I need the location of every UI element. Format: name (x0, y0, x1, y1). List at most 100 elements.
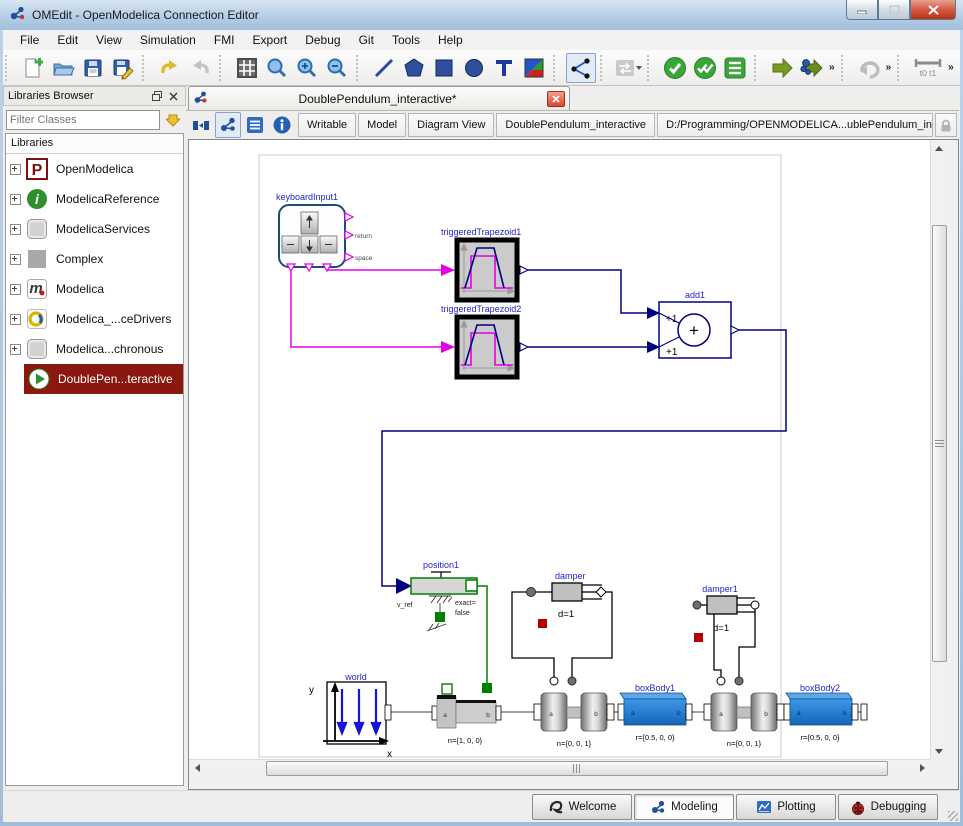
new-modelica-class-button[interactable] (18, 53, 48, 83)
expand-icon[interactable] (10, 344, 21, 355)
toolbar-handle[interactable] (356, 55, 363, 81)
toolbar-handle[interactable] (553, 55, 560, 81)
icon-view-button[interactable] (188, 112, 214, 138)
save-button[interactable] (78, 53, 108, 83)
component-boxbody2[interactable]: boxBody2 a b r={0.5, 0, 0} (784, 683, 867, 742)
vertical-scrollbar[interactable] (930, 140, 946, 759)
rectangle-shape-button[interactable] (429, 53, 459, 83)
component-boxbody1[interactable]: boxBody1 a b r={0.5, 0, 0} (618, 683, 692, 742)
connection-position-prismatic[interactable] (477, 586, 487, 686)
documentation-view-button[interactable] (269, 112, 295, 138)
connect-mode-button[interactable] (566, 53, 596, 83)
menu-debug[interactable]: Debug (296, 31, 349, 49)
libraries-browser-header[interactable]: Libraries Browser (3, 86, 186, 106)
scroll-down-button[interactable] (931, 743, 947, 759)
dock-float-button[interactable] (149, 89, 165, 103)
tab-doublependulum-interactive[interactable]: DoublePendulum_interactive* (188, 86, 570, 110)
dock-close-button[interactable] (165, 89, 181, 103)
component-world[interactable]: world y x (309, 672, 392, 759)
transition-mode-button[interactable] (613, 53, 643, 83)
show-grid-button[interactable] (232, 53, 262, 83)
resize-grip[interactable] (948, 811, 958, 821)
scroll-right-button[interactable] (914, 760, 930, 776)
library-item-modelica[interactable]: m Modelica (6, 274, 183, 304)
horizontal-scrollbar[interactable] (189, 759, 930, 775)
library-item-modelicareference[interactable]: i ModelicaReference (6, 184, 183, 214)
re-simulate-button[interactable] (854, 53, 884, 83)
minimize-button[interactable] (846, 0, 878, 20)
component-revolute[interactable]: a b n={0, 0, 1} (534, 693, 614, 748)
toolbar-overflow-2[interactable]: » (884, 62, 894, 73)
toolbar-handle[interactable] (600, 55, 607, 81)
tab-close-button[interactable] (547, 91, 565, 107)
close-button[interactable] (910, 0, 956, 20)
polygon-shape-button[interactable] (399, 53, 429, 83)
toolbar-handle[interactable] (754, 55, 761, 81)
component-keyboardinput1[interactable]: keyboardInput1 (276, 192, 373, 271)
scroll-up-button[interactable] (931, 140, 947, 156)
menu-simulation[interactable]: Simulation (131, 31, 205, 49)
menu-view[interactable]: View (87, 31, 131, 49)
connection-keyboard-trap2[interactable] (291, 271, 441, 347)
diagram-view-button[interactable] (215, 112, 241, 138)
reset-zoom-button[interactable] (262, 53, 292, 83)
toolbar-handle[interactable] (841, 55, 848, 81)
vertical-scroll-thumb[interactable] (932, 225, 947, 662)
toolbar-handle[interactable] (219, 55, 226, 81)
component-revolute1[interactable]: a b n={0, 0, 1} (704, 693, 784, 748)
scroll-left-button[interactable] (189, 760, 205, 776)
toolbar-handle[interactable] (5, 55, 12, 81)
diagram-view[interactable]: keyboardInput1 (189, 140, 930, 759)
ellipse-shape-button[interactable] (459, 53, 489, 83)
expand-icon[interactable] (10, 194, 21, 205)
filter-classes-input[interactable] (6, 110, 160, 130)
expand-icon[interactable] (10, 254, 21, 265)
expand-icon[interactable] (10, 224, 21, 235)
component-triggeredtrapezoid2[interactable]: triggeredTrapezoid2 (441, 304, 528, 377)
save-as-button[interactable] (108, 53, 138, 83)
menu-git[interactable]: Git (350, 31, 383, 49)
expand-icon[interactable] (10, 164, 21, 175)
perspective-plotting[interactable]: Plotting (736, 794, 836, 820)
menu-file[interactable]: File (11, 31, 48, 49)
toolbar-handle[interactable] (897, 55, 904, 81)
simulate-button[interactable] (767, 53, 797, 83)
perspective-debugging[interactable]: Debugging (838, 794, 938, 820)
check-all-models-button[interactable] (690, 53, 720, 83)
zoom-in-button[interactable] (292, 53, 322, 83)
expand-icon[interactable] (10, 314, 21, 325)
connection-damper1-right[interactable] (739, 609, 755, 677)
filter-expand-button[interactable] (163, 110, 183, 130)
menu-export[interactable]: Export (244, 31, 297, 49)
menu-edit[interactable]: Edit (48, 31, 87, 49)
connection-damper-left[interactable] (512, 592, 554, 677)
connection-damper-right[interactable] (572, 592, 612, 677)
bitmap-shape-button[interactable] (519, 53, 549, 83)
simulation-setup-button[interactable]: t0 t1 (910, 53, 946, 83)
menu-help[interactable]: Help (429, 31, 472, 49)
toolbar-handle[interactable] (142, 55, 149, 81)
connection-trap1-add[interactable] (528, 270, 647, 313)
menu-tools[interactable]: Tools (383, 31, 429, 49)
maximize-button[interactable] (878, 0, 910, 20)
library-item-modelica-synchronous[interactable]: Modelica...chronous (6, 334, 183, 364)
library-item-modelicaservices[interactable]: ModelicaServices (6, 214, 183, 244)
check-model-button[interactable] (660, 53, 690, 83)
component-position1[interactable]: position1 v_ref (396, 560, 477, 631)
perspective-modeling[interactable]: Modeling (634, 794, 734, 820)
diagram-canvas[interactable]: keyboardInput1 (189, 140, 930, 759)
instantiate-model-button[interactable] (720, 53, 750, 83)
component-damper[interactable]: damper d=1 (512, 571, 612, 685)
library-item-complex[interactable]: Complex (6, 244, 183, 274)
menu-fmi[interactable]: FMI (205, 31, 244, 49)
horizontal-scroll-thumb[interactable] (266, 761, 888, 776)
library-item-doublependulum-interactive[interactable]: DoublePen...teractive (24, 364, 183, 394)
library-item-modelica-devicedrivers[interactable]: Modelica_...ceDrivers (6, 304, 183, 334)
text-shape-button[interactable] (489, 53, 519, 83)
connection-keyboard-trap1[interactable] (327, 270, 441, 271)
component-damper1[interactable]: damper1 d=1 (693, 584, 759, 685)
component-prismatic[interactable]: a b n={1, 0, 0} (432, 684, 501, 745)
toolbar-overflow-1[interactable]: » (827, 62, 837, 73)
component-add1[interactable]: add1 +1 +1 + (659, 290, 739, 358)
undo-button[interactable] (155, 53, 185, 83)
